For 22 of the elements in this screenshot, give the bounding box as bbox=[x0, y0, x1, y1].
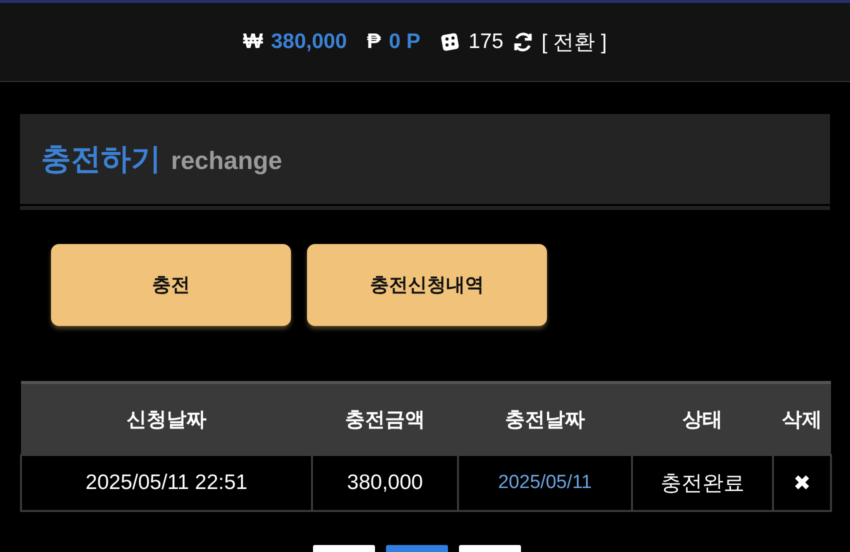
table-cell: 충전완료 bbox=[632, 455, 773, 511]
dice-icon bbox=[440, 32, 460, 52]
column-header: 신청날짜 bbox=[21, 382, 312, 455]
table-cell: 2025/05/11 22:51 bbox=[21, 455, 312, 511]
won-symbol: ₩ bbox=[243, 30, 263, 54]
point-symbol: ₱ bbox=[366, 30, 381, 54]
page-subtitle: rechange bbox=[171, 146, 282, 176]
switch-link[interactable]: [ 전환 ] bbox=[542, 28, 607, 56]
column-header: 충전날짜 bbox=[458, 382, 632, 455]
delete-button[interactable]: ✖ bbox=[773, 455, 831, 511]
table-cell: 2025/05/11 bbox=[458, 455, 632, 511]
column-header: 충전금액 bbox=[312, 382, 458, 455]
table-cell: 380,000 bbox=[312, 455, 458, 511]
column-header: 상태 bbox=[632, 382, 773, 455]
point-amount: 0 P bbox=[388, 30, 420, 54]
page-title: 충전하기 bbox=[41, 142, 161, 178]
charge-button[interactable]: 충전 bbox=[51, 244, 291, 326]
chip-count: 175 bbox=[468, 30, 504, 54]
column-header: 삭제 bbox=[773, 382, 831, 455]
history-button[interactable]: 충전신청내역 bbox=[307, 244, 547, 326]
balance-amount: 380,000 bbox=[270, 30, 347, 54]
refresh-icon[interactable] bbox=[512, 31, 534, 53]
